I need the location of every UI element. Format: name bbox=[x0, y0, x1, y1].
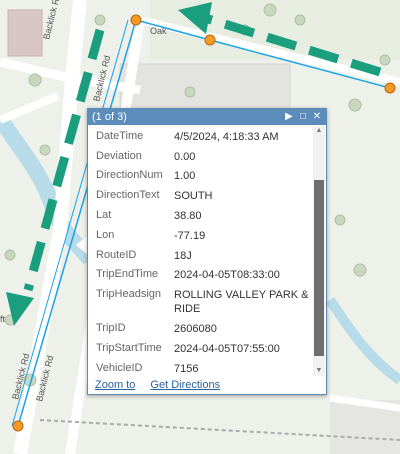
field-value: ROLLING VALLEY PARK & RIDE bbox=[174, 289, 309, 315]
popup-pointer bbox=[76, 236, 87, 254]
field-key: DirectionNum bbox=[96, 169, 163, 181]
stop-marker bbox=[384, 82, 396, 94]
field-value: 18J bbox=[174, 250, 192, 262]
stop-marker bbox=[130, 14, 142, 26]
field-key: DirectionText bbox=[96, 189, 160, 201]
field-value: 4/5/2024, 4:18:33 AM bbox=[174, 131, 279, 143]
popup-title: (1 of 3) bbox=[92, 111, 127, 123]
field-value: 0.00 bbox=[174, 151, 196, 163]
field-key: DateTime bbox=[96, 130, 144, 142]
road-label-partial: ft bbox=[0, 314, 6, 324]
stop-marker bbox=[12, 420, 24, 432]
zoom-to-link[interactable]: Zoom to bbox=[95, 379, 135, 391]
field-key: TripEndTime bbox=[96, 268, 159, 280]
field-key: Lat bbox=[96, 209, 112, 221]
building-shape bbox=[7, 9, 43, 57]
scrollbar-thumb[interactable] bbox=[314, 180, 324, 356]
field-key: VehicleID bbox=[96, 362, 143, 374]
maximize-icon[interactable]: □ bbox=[296, 109, 310, 125]
field-key: TripID bbox=[96, 322, 126, 334]
field-value: 7156 bbox=[174, 363, 199, 375]
field-value: 38.80 bbox=[174, 210, 202, 222]
info-popup: (1 of 3) ▶ □ ✕ DateTime 4/5/2024, 4:18:33… bbox=[87, 108, 327, 395]
close-icon[interactable]: ✕ bbox=[310, 109, 324, 125]
stop-marker bbox=[204, 34, 216, 46]
scroll-down-icon[interactable]: ▼ bbox=[313, 366, 325, 376]
field-key: TripStartTime bbox=[96, 342, 162, 354]
popup-fields: DateTime 4/5/2024, 4:18:33 AM Deviation 0.… bbox=[88, 126, 313, 376]
field-key: Lon bbox=[96, 229, 115, 241]
field-key: TripHeadsign bbox=[96, 288, 162, 300]
field-value: 2024-04-05T08:33:00 bbox=[174, 269, 280, 281]
field-value: SOUTH bbox=[174, 190, 213, 202]
play-next-icon[interactable]: ▶ bbox=[282, 109, 296, 125]
get-directions-link[interactable]: Get Directions bbox=[150, 379, 220, 391]
field-value: -77.19 bbox=[174, 230, 206, 242]
popup-scrollbar[interactable]: ▲ ▼ bbox=[313, 126, 325, 376]
popup-header: (1 of 3) ▶ □ ✕ bbox=[88, 109, 326, 125]
field-key: RouteID bbox=[96, 249, 137, 261]
scroll-up-icon[interactable]: ▲ bbox=[313, 126, 325, 136]
field-value: 2024-04-05T07:55:00 bbox=[174, 343, 280, 355]
road-label-partial: Oak bbox=[150, 26, 167, 36]
field-value: 2606080 bbox=[174, 323, 217, 335]
field-key: Deviation bbox=[96, 150, 142, 162]
field-value: 1.00 bbox=[174, 170, 196, 182]
popup-footer: Zoom to Get Directions bbox=[95, 379, 232, 391]
